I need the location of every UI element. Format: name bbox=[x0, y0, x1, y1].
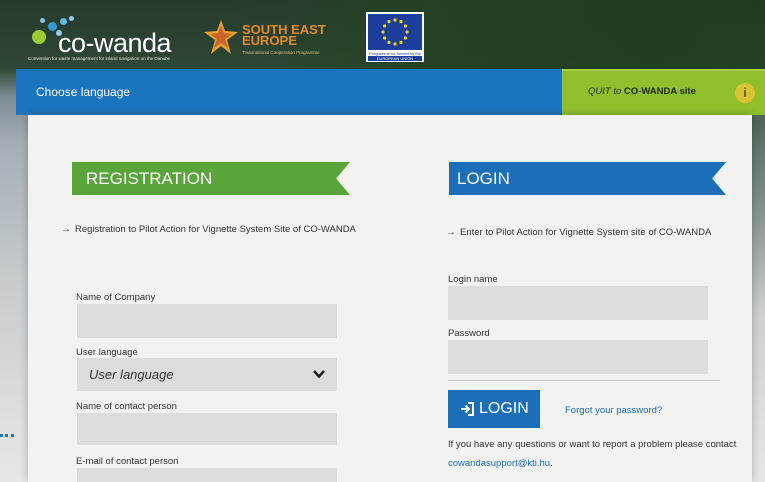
sign-in-icon bbox=[461, 402, 474, 416]
contact-person-input[interactable] bbox=[77, 413, 337, 445]
quit-site-name: CO-WANDA site bbox=[623, 86, 696, 97]
login-button-label: LOGIN bbox=[479, 400, 529, 417]
user-language-select[interactable]: User language bbox=[77, 358, 337, 391]
see-title: SOUTH EAST EUROPE bbox=[242, 22, 326, 48]
company-name-input[interactable] bbox=[77, 304, 337, 338]
eu-label: EUROPEAN UNION bbox=[368, 56, 422, 61]
login-name-input[interactable] bbox=[448, 286, 708, 320]
help-text: If you have any questions or want to rep… bbox=[448, 435, 738, 473]
choose-language-link[interactable]: Choose language bbox=[36, 85, 130, 99]
login-title: LOGIN bbox=[449, 162, 726, 195]
quit-text: QUIT to CO-WANDA site bbox=[588, 86, 696, 97]
user-language-value: User language bbox=[89, 367, 174, 382]
password-label: Password bbox=[448, 328, 490, 339]
contact-person-label: Name of contact person bbox=[76, 401, 177, 412]
arrow-right-icon: → bbox=[446, 227, 456, 238]
login-intro-text: Enter to Pilot Action for Vignette Syste… bbox=[460, 227, 712, 238]
decorative-dotted-line bbox=[0, 434, 14, 437]
divider bbox=[448, 380, 720, 381]
user-language-label: User language bbox=[76, 347, 138, 358]
main-panel: REGISTRATION → Registration to Pilot Acti… bbox=[28, 115, 752, 482]
registration-intro: → Registration to Pilot Action for Vignet… bbox=[61, 221, 361, 239]
contact-email-label: E-mail of contact person bbox=[76, 456, 179, 467]
help-message: If you have any questions or want to rep… bbox=[448, 439, 737, 450]
quit-to-site-button[interactable]: QUIT to CO-WANDA site i bbox=[562, 69, 765, 115]
eu-flag-logo: Programme co-funded by the EUROPEAN UNIO… bbox=[366, 12, 424, 62]
see-star-icon bbox=[204, 20, 238, 54]
arrow-right-icon: → bbox=[61, 224, 71, 235]
login-button[interactable]: LOGIN bbox=[448, 390, 540, 428]
chevron-down-icon bbox=[313, 370, 325, 379]
co-wanda-logo[interactable]: co-wanda Convention for waste management… bbox=[16, 10, 201, 66]
help-end: . bbox=[550, 458, 553, 469]
contact-email-input[interactable] bbox=[77, 468, 337, 482]
eu-flag-icon bbox=[368, 14, 422, 50]
header-logos: co-wanda Convention for waste management… bbox=[16, 10, 765, 68]
registration-title: REGISTRATION bbox=[72, 162, 350, 195]
south-east-europe-logo: SOUTH EAST EUROPE Transnational Cooperat… bbox=[202, 16, 362, 66]
password-input[interactable] bbox=[448, 340, 708, 374]
support-email-link[interactable]: cowandasupport@kti.hu bbox=[448, 458, 550, 469]
login-name-label: Login name bbox=[448, 274, 498, 285]
registration-intro-text: Registration to Pilot Action for Vignett… bbox=[75, 224, 356, 235]
forgot-password-link[interactable]: Forgot your password? bbox=[565, 405, 662, 416]
quit-prefix: QUIT to bbox=[588, 86, 622, 97]
co-wanda-logo-text: co-wanda bbox=[58, 28, 172, 58]
see-subtitle: Transnational Cooperation Programme bbox=[242, 50, 320, 55]
company-name-label: Name of Company bbox=[76, 292, 156, 303]
top-bar: Choose language QUIT to CO-WANDA site i bbox=[16, 69, 765, 115]
login-intro: → Enter to Pilot Action for Vignette Syst… bbox=[446, 224, 746, 242]
co-wanda-tagline: Convention for waste management for inla… bbox=[28, 56, 171, 61]
info-icon[interactable]: i bbox=[735, 83, 755, 103]
